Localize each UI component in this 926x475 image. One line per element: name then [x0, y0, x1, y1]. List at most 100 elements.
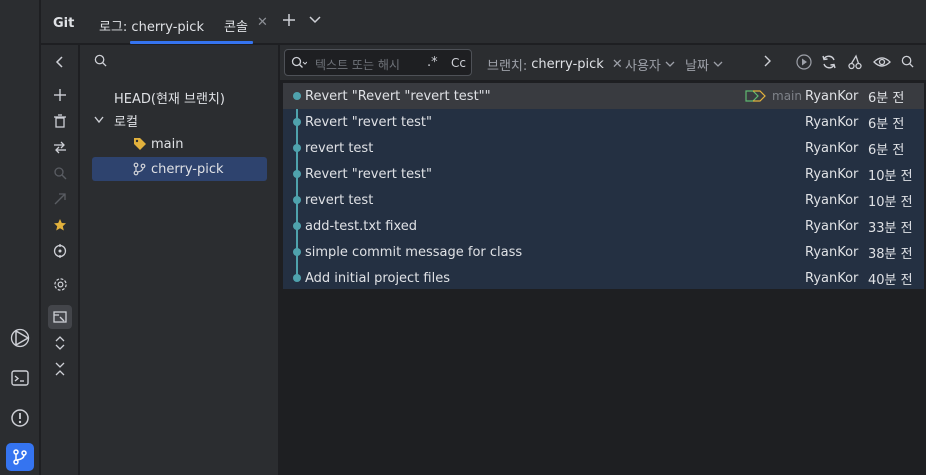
commit-row[interactable]: simple commit message for class RyanKor 38…: [283, 239, 924, 265]
search-icon[interactable]: [94, 54, 107, 67]
branches-panel: HEAD(현재 브랜치) 로컬 main cherry-pick: [80, 45, 279, 475]
cherry-pick-icon[interactable]: [847, 54, 863, 70]
commit-date: 10분 전: [868, 168, 913, 184]
delete-icon[interactable]: [48, 109, 72, 133]
git-window-title: Git: [53, 16, 75, 31]
user-filter-label: 사용자: [625, 59, 661, 74]
chevron-down-icon: [665, 61, 675, 67]
commit-author: RyanKor: [805, 88, 859, 104]
compare-icon: [48, 187, 72, 211]
tree-local[interactable]: 로컬: [94, 108, 138, 132]
commit-author: RyanKor: [805, 270, 859, 286]
commit-graph-node: [293, 144, 301, 152]
tool-window-header: Git 로그: cherry-pick 콘솔 ✕: [41, 0, 926, 44]
search-icon[interactable]: [901, 55, 914, 68]
commit-message: Add initial project files: [305, 270, 451, 286]
log-panel: 텍스트 또는 해시 .* Cc 브랜치: cherry-pick ✕ 사용자 날…: [280, 45, 926, 475]
branch-icon: [133, 162, 151, 176]
branch-name: main: [151, 136, 184, 152]
run-services-icon[interactable]: [6, 324, 34, 352]
branch-tag-icon: [745, 90, 766, 102]
commit-graph-node: [293, 222, 301, 230]
terminal-icon[interactable]: [6, 364, 34, 392]
log-filter-bar: 텍스트 또는 해시 .* Cc 브랜치: cherry-pick ✕ 사용자 날…: [280, 45, 926, 81]
branch-filter-label: 브랜치:: [487, 59, 528, 74]
chevron-right-icon[interactable]: [764, 55, 772, 67]
clear-filter-icon[interactable]: ✕: [612, 57, 623, 72]
commit-row[interactable]: revert test RyanKor 10분 전: [283, 187, 924, 213]
settings-gear-icon[interactable]: [48, 272, 72, 296]
close-tab-icon[interactable]: ✕: [257, 15, 268, 30]
tab-log[interactable]: 로그: cherry-pick: [99, 16, 204, 35]
add-tab-icon[interactable]: [281, 12, 297, 28]
navigate-icon[interactable]: [48, 239, 72, 263]
problems-icon[interactable]: [6, 404, 34, 432]
commit-date: 38분 전: [868, 246, 913, 262]
commit-row[interactable]: Revert "revert test" RyanKor 6분 전: [283, 109, 924, 135]
commit-author: RyanKor: [805, 192, 859, 208]
branch-ref-label: main: [745, 89, 802, 103]
active-tab-indicator: [130, 41, 253, 44]
commit-graph-node: [293, 196, 301, 204]
commit-message: Revert "revert test": [305, 166, 432, 182]
commit-date: 10분 전: [868, 194, 913, 210]
commit-graph-node: [293, 170, 301, 178]
branch-item-cherry-pick[interactable]: cherry-pick: [92, 157, 267, 181]
branch-filter[interactable]: 브랜치: cherry-pick ✕: [487, 55, 623, 74]
head-label: HEAD(현재 브랜치): [114, 91, 225, 107]
commit-message: add-test.txt fixed: [305, 218, 418, 234]
search-branch-icon: [48, 161, 72, 185]
branch-name: cherry-pick: [151, 161, 224, 177]
commit-message: Revert "Revert "revert test"": [305, 88, 491, 104]
refresh-icon[interactable]: [821, 54, 837, 70]
commit-graph-node: [293, 248, 301, 256]
commit-row[interactable]: add-test.txt fixed RyanKor 33분 전: [283, 213, 924, 239]
commit-message: simple commit message for class: [305, 244, 523, 260]
date-filter[interactable]: 날짜: [685, 55, 723, 74]
git-tool-icon[interactable]: [6, 443, 34, 471]
commit-author: RyanKor: [805, 140, 859, 156]
commit-date: 6분 전: [868, 142, 905, 158]
user-filter[interactable]: 사용자: [625, 55, 675, 74]
commit-graph-node: [293, 92, 301, 100]
search-history-icon[interactable]: [291, 56, 307, 70]
search-placeholder: 텍스트 또는 해시: [315, 58, 400, 72]
commit-row[interactable]: Revert "Revert "revert test"" main RyanKor…: [283, 83, 924, 109]
eye-icon[interactable]: [873, 55, 891, 69]
expand-all-icon[interactable]: [48, 331, 72, 355]
update-branch-icon[interactable]: [48, 135, 72, 159]
branch-filter-value: cherry-pick: [531, 57, 604, 72]
commit-author: RyanKor: [805, 166, 859, 182]
collapse-panel-icon[interactable]: [48, 50, 72, 74]
commit-message: Revert "revert test": [305, 114, 432, 130]
local-label: 로컬: [114, 114, 138, 130]
tree-head[interactable]: HEAD(현재 브랜치): [114, 85, 225, 109]
play-circle-icon[interactable]: [796, 54, 812, 70]
tab-console[interactable]: 콘솔: [224, 16, 248, 35]
commit-row[interactable]: Revert "revert test" RyanKor 10분 전: [283, 161, 924, 187]
commit-message: revert test: [305, 192, 374, 208]
chevron-down-icon[interactable]: [94, 116, 114, 124]
regex-toggle[interactable]: .*: [427, 55, 438, 70]
commit-author: RyanKor: [805, 114, 859, 130]
commit-row[interactable]: revert test RyanKor 6분 전: [283, 135, 924, 161]
chevron-down-icon: [713, 61, 723, 67]
group-by-directory-icon[interactable]: [48, 305, 72, 329]
branch-item-main[interactable]: main: [133, 132, 183, 156]
favorite-star-icon[interactable]: [48, 213, 72, 237]
commit-date: 40분 전: [868, 272, 913, 288]
commit-date: 33분 전: [868, 220, 913, 236]
commit-date: 6분 전: [868, 90, 905, 106]
collapse-all-icon[interactable]: [48, 357, 72, 381]
commit-row[interactable]: Add initial project files RyanKor 40분 전: [283, 265, 924, 291]
chevron-down-icon[interactable]: [309, 15, 321, 25]
date-filter-label: 날짜: [685, 59, 709, 74]
left-tool-rail: [0, 0, 40, 475]
commit-graph-node: [293, 274, 301, 282]
commit-message: revert test: [305, 140, 374, 156]
new-branch-icon[interactable]: [48, 83, 72, 107]
commit-author: RyanKor: [805, 218, 859, 234]
log-search-input[interactable]: 텍스트 또는 해시 .* Cc: [284, 49, 472, 76]
branch-ref-name: main: [772, 89, 802, 103]
case-sensitive-toggle[interactable]: Cc: [451, 56, 466, 70]
